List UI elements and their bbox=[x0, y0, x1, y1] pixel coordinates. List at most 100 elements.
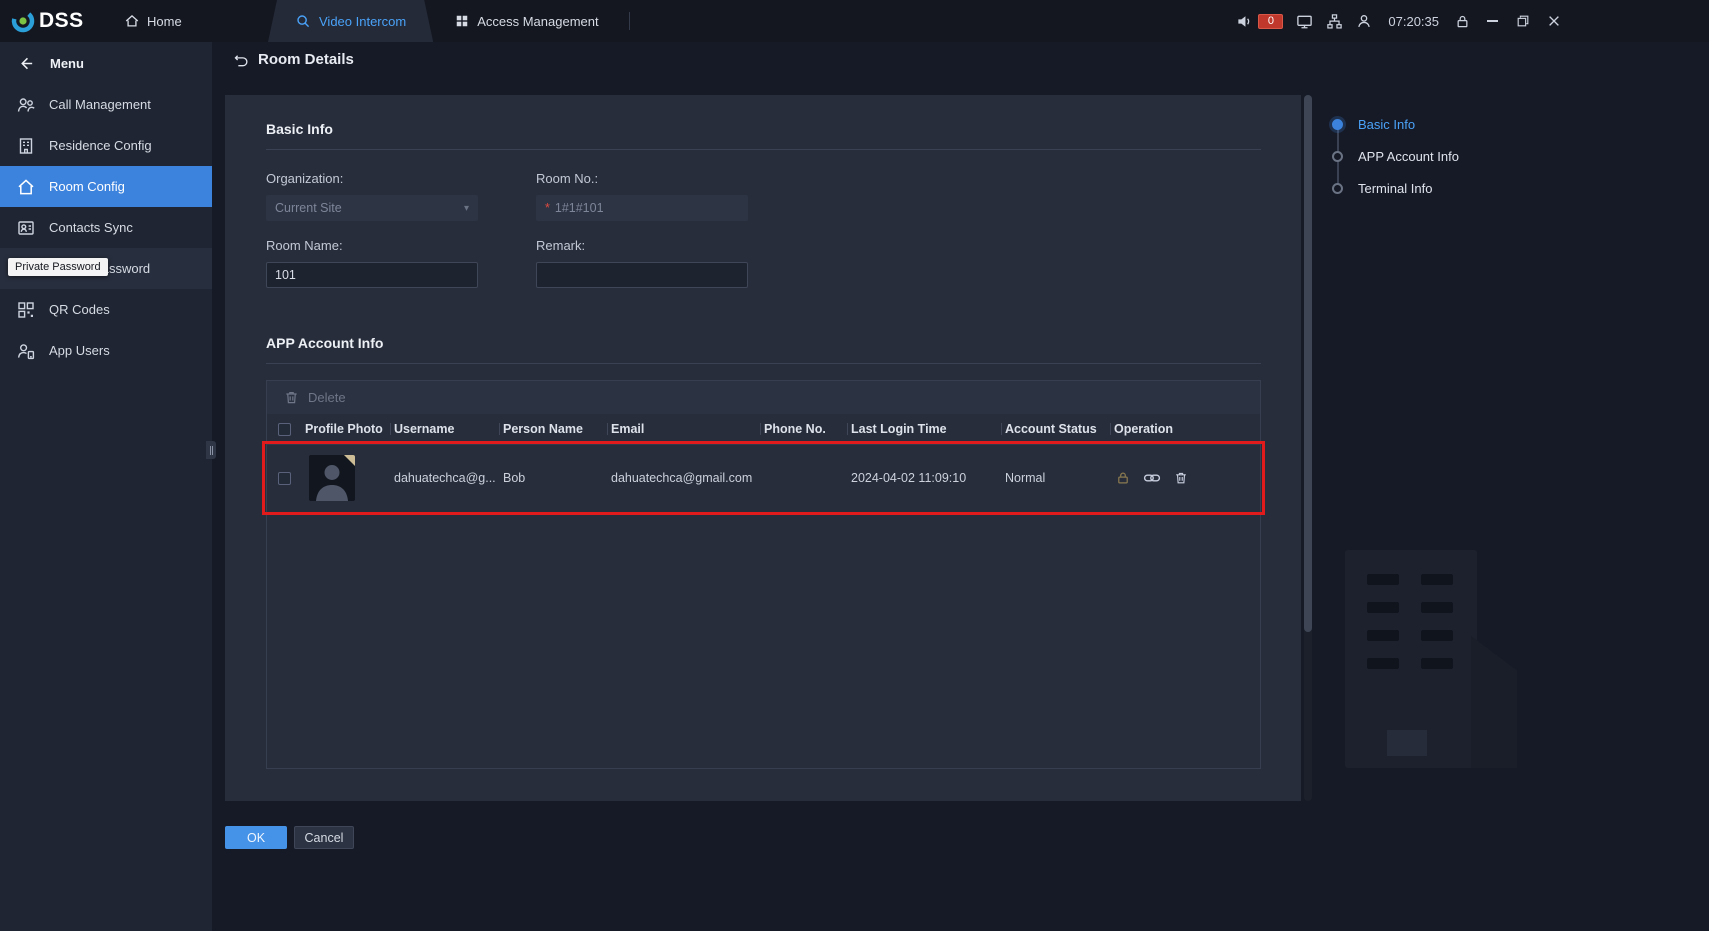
ok-button[interactable]: OK bbox=[225, 826, 287, 849]
organization-field: Organization: Current Site ▾ bbox=[266, 171, 536, 221]
room-no-value: 1#1#101 bbox=[555, 201, 604, 215]
return-icon[interactable] bbox=[233, 52, 249, 68]
home-button[interactable]: Home bbox=[124, 0, 182, 42]
topbar-status-area: 0 07:20:35 bbox=[1236, 0, 1563, 42]
app-account-table: Delete Profile Photo Username Person Nam… bbox=[266, 380, 1261, 769]
sidebar-item-call-management[interactable]: Call Management bbox=[0, 84, 212, 125]
menu-back-button[interactable]: Menu bbox=[0, 42, 212, 84]
tab-access-management-label: Access Management bbox=[477, 14, 598, 29]
main-content: Room Details Basic Info Organization: Cu… bbox=[212, 42, 1709, 931]
delete-button[interactable]: Delete bbox=[308, 390, 346, 405]
building-watermark bbox=[1345, 550, 1555, 772]
tab-video-intercom[interactable]: Video Intercom bbox=[268, 0, 433, 42]
maximize-button[interactable] bbox=[1514, 12, 1532, 30]
row-checkbox[interactable] bbox=[278, 472, 291, 485]
sidebar-item-label: App Users bbox=[49, 343, 110, 358]
table-empty-area bbox=[267, 511, 1260, 768]
step-basic-info[interactable]: Basic Info bbox=[1332, 108, 1592, 140]
room-name-label: Room Name: bbox=[266, 238, 536, 253]
organization-select[interactable]: Current Site ▾ bbox=[266, 195, 478, 221]
monitor-wall-button[interactable] bbox=[1296, 13, 1313, 30]
col-profile-photo: Profile Photo bbox=[301, 422, 390, 436]
chevron-down-icon: ▾ bbox=[464, 203, 469, 214]
contacts-sync-icon bbox=[16, 218, 36, 238]
minimize-icon bbox=[1487, 20, 1498, 22]
remark-input[interactable] bbox=[536, 262, 748, 288]
step-navigator: Basic Info APP Account Info Terminal Inf… bbox=[1332, 108, 1592, 204]
clock-time: 07:20:35 bbox=[1388, 14, 1439, 29]
basic-info-section-title: Basic Info bbox=[266, 121, 1261, 150]
table-row: dahuatechca@g... Bob dahuatechca@gmail.c… bbox=[267, 445, 1260, 511]
restore-icon bbox=[1516, 14, 1530, 28]
tab-access-management[interactable]: Access Management bbox=[433, 0, 620, 42]
step-dot bbox=[1332, 119, 1343, 130]
sidebar-item-residence-config[interactable]: Residence Config bbox=[0, 125, 212, 166]
module-tabs: Video Intercom Access Management bbox=[268, 0, 630, 42]
qr-codes-icon bbox=[16, 300, 36, 320]
call-management-icon bbox=[16, 95, 36, 115]
sidebar-item-contacts-sync[interactable]: Contacts Sync bbox=[0, 207, 212, 248]
step-terminal-info[interactable]: Terminal Info bbox=[1332, 172, 1592, 204]
room-config-icon bbox=[16, 177, 36, 197]
col-last-login: Last Login Time bbox=[847, 422, 1001, 436]
lock-icon bbox=[1455, 14, 1470, 29]
row-account-status: Normal bbox=[1001, 471, 1110, 485]
table-toolbar: Delete bbox=[267, 381, 1260, 414]
row-person-name: Bob bbox=[499, 471, 607, 485]
sidebar-item-room-config[interactable]: Room Config bbox=[0, 166, 212, 207]
home-icon bbox=[124, 13, 140, 29]
profile-photo bbox=[309, 455, 355, 501]
step-app-account-info[interactable]: APP Account Info bbox=[1332, 140, 1592, 172]
sidebar-item-label: Contacts Sync bbox=[49, 220, 133, 235]
col-person-name: Person Name bbox=[499, 422, 607, 436]
trash-icon[interactable] bbox=[1174, 471, 1188, 485]
photo-corner-fold bbox=[344, 455, 355, 466]
col-operation: Operation bbox=[1110, 422, 1260, 436]
sidebar: Menu Call Management Residence Config Ro… bbox=[0, 42, 212, 931]
select-all-checkbox[interactable] bbox=[278, 423, 291, 436]
sidebar-item-label: Call Management bbox=[49, 97, 151, 112]
cancel-button[interactable]: Cancel bbox=[294, 826, 354, 849]
dss-logo-icon bbox=[10, 8, 36, 34]
minimize-button[interactable] bbox=[1483, 12, 1501, 30]
sidebar-item-app-users[interactable]: App Users bbox=[0, 330, 212, 371]
step-dot bbox=[1332, 183, 1343, 194]
close-button[interactable] bbox=[1545, 12, 1563, 30]
tab-video-intercom-label: Video Intercom bbox=[319, 14, 406, 29]
sitemap-icon bbox=[1326, 13, 1343, 30]
room-no-field: Room No.: * 1#1#101 bbox=[536, 171, 1261, 221]
vertical-scrollbar[interactable] bbox=[1304, 95, 1312, 801]
col-username: Username bbox=[390, 422, 499, 436]
scrollbar-thumb[interactable] bbox=[1304, 95, 1312, 632]
col-email: Email bbox=[607, 422, 760, 436]
room-name-input[interactable] bbox=[266, 262, 478, 288]
tab-divider bbox=[629, 12, 630, 30]
alarm-center-button[interactable]: 0 bbox=[1236, 13, 1283, 30]
sidebar-collapse-handle[interactable] bbox=[206, 441, 216, 459]
building-shape bbox=[1345, 550, 1477, 768]
app-logo: DSS bbox=[10, 0, 84, 42]
sidebar-item-label: QR Codes bbox=[49, 302, 110, 317]
app-users-icon bbox=[16, 341, 36, 361]
residence-config-icon bbox=[16, 136, 36, 156]
alarm-count-badge: 0 bbox=[1258, 14, 1283, 29]
speaker-icon bbox=[1236, 13, 1253, 30]
organization-label: Organization: bbox=[266, 171, 536, 186]
private-password-tooltip: Private Password bbox=[8, 258, 108, 276]
organization-value: Current Site bbox=[275, 201, 342, 215]
remark-label: Remark: bbox=[536, 238, 1261, 253]
link-icon[interactable] bbox=[1143, 469, 1161, 487]
user-account-button[interactable] bbox=[1356, 13, 1372, 29]
video-intercom-icon bbox=[295, 13, 311, 29]
reset-password-lock-icon[interactable] bbox=[1116, 471, 1130, 485]
row-email: dahuatechca@gmail.com bbox=[607, 471, 760, 485]
row-username: dahuatechca@g... bbox=[390, 471, 499, 485]
page-title: Room Details bbox=[258, 51, 354, 68]
lock-screen-button[interactable] bbox=[1455, 14, 1470, 29]
delete-icon bbox=[284, 390, 299, 405]
app-logo-text: DSS bbox=[39, 9, 84, 33]
system-topology-button[interactable] bbox=[1326, 13, 1343, 30]
close-icon bbox=[1547, 14, 1561, 28]
sidebar-nav: Call Management Residence Config Room Co… bbox=[0, 84, 212, 371]
sidebar-item-qr-codes[interactable]: QR Codes bbox=[0, 289, 212, 330]
